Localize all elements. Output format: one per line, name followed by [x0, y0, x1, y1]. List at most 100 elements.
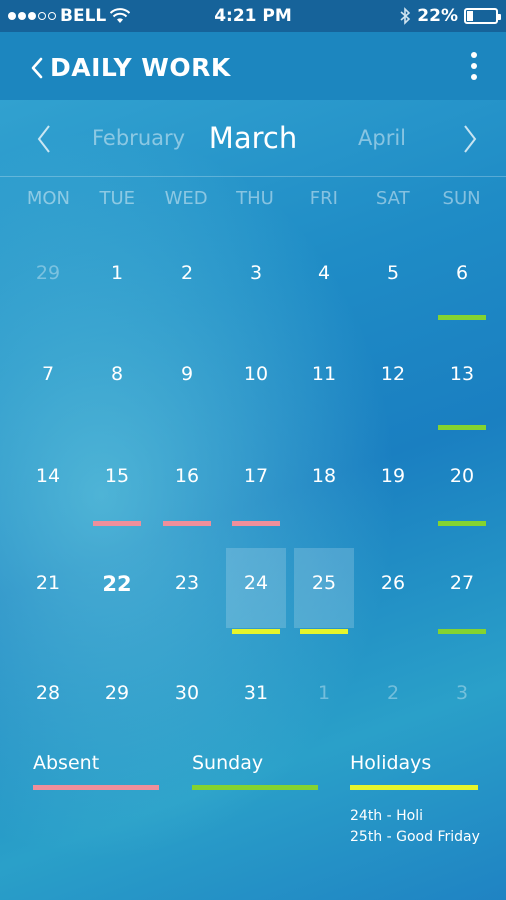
day-number: 15 — [104, 465, 130, 487]
calendar-day[interactable]: 5 — [363, 242, 423, 318]
battery-icon — [464, 8, 501, 24]
day-number: 21 — [35, 572, 61, 594]
calendar-day[interactable]: 27 — [432, 552, 492, 634]
day-number: 27 — [449, 572, 475, 594]
day-number: 16 — [174, 465, 200, 487]
calendar-day[interactable]: 21 — [18, 552, 78, 628]
day-number: 17 — [243, 465, 269, 487]
calendar-day[interactable]: 20 — [432, 445, 492, 526]
day-number: 9 — [180, 363, 194, 385]
calendar-day[interactable]: 15 — [87, 445, 147, 526]
legend-holidays-swatch — [350, 785, 478, 790]
sunday-marker — [438, 629, 486, 634]
divider — [0, 176, 506, 177]
day-number: 13 — [449, 363, 475, 385]
day-number: 24 — [243, 572, 269, 594]
next-month-label[interactable]: April — [358, 126, 406, 150]
calendar-day[interactable]: 19 — [363, 445, 423, 521]
more-vertical-icon — [471, 52, 477, 58]
status-bar: BELL 4:21 PM 22% — [0, 0, 506, 32]
calendar-day[interactable]: 9 — [157, 343, 217, 419]
battery-percent: 22% — [417, 6, 458, 26]
weekday-label: THU — [236, 188, 274, 209]
day-number: 2 — [386, 682, 400, 704]
calendar-day[interactable]: 12 — [363, 343, 423, 419]
app-screen: BELL 4:21 PM 22% DAILY WORK February Mar… — [0, 0, 506, 900]
holiday-marker — [232, 629, 280, 634]
day-number: 11 — [311, 363, 337, 385]
day-number: 2 — [180, 262, 194, 284]
calendar-day[interactable]: 11 — [294, 343, 354, 419]
day-number: 26 — [380, 572, 406, 594]
day-number: 12 — [380, 363, 406, 385]
calendar-day[interactable]: 2 — [363, 662, 423, 738]
day-number: 4 — [317, 262, 331, 284]
day-number: 5 — [386, 262, 400, 284]
legend-holidays-label: Holidays — [350, 752, 432, 774]
holiday-list: 24th - Holi 25th - Good Friday — [350, 806, 480, 848]
calendar-day[interactable]: 22 — [87, 552, 147, 628]
calendar-day[interactable]: 30 — [157, 662, 217, 738]
day-number: 29 — [35, 262, 61, 284]
sunday-marker — [438, 425, 486, 430]
holiday-marker — [300, 629, 348, 634]
calendar-day[interactable]: 6 — [432, 242, 492, 320]
sunday-marker — [438, 521, 486, 526]
day-number: 3 — [455, 682, 469, 704]
weekday-header-row: MON TUE WED THU FRI SAT SUN — [14, 188, 496, 209]
day-number: 31 — [243, 682, 269, 704]
legend-absent-label: Absent — [33, 752, 100, 774]
calendar-day[interactable]: 31 — [226, 662, 286, 738]
day-number: 22 — [102, 572, 132, 596]
more-menu-button[interactable] — [468, 52, 480, 80]
holiday-item: 24th - Holi — [350, 808, 424, 824]
calendar-day[interactable]: 13 — [432, 343, 492, 430]
calendar-day[interactable]: 8 — [87, 343, 147, 419]
day-number: 29 — [104, 682, 130, 704]
calendar-day[interactable]: 28 — [18, 662, 78, 738]
calendar-day[interactable]: 7 — [18, 343, 78, 419]
absent-marker — [163, 521, 211, 526]
month-navigation: February March April — [0, 100, 506, 176]
day-number: 28 — [35, 682, 61, 704]
calendar-day[interactable]: 3 — [226, 242, 286, 318]
calendar-day[interactable]: 4 — [294, 242, 354, 318]
holiday-item: 25th - Good Friday — [350, 829, 480, 845]
calendar-day[interactable]: 1 — [294, 662, 354, 738]
calendar-day[interactable]: 29 — [18, 242, 78, 318]
next-month-button[interactable] — [462, 124, 478, 158]
calendar-day[interactable]: 17 — [226, 445, 286, 526]
sunday-marker — [438, 315, 486, 320]
day-number: 14 — [35, 465, 61, 487]
day-number: 25 — [311, 572, 337, 594]
legend-absent-swatch — [33, 785, 159, 790]
calendar-day[interactable]: 18 — [294, 445, 354, 521]
absent-marker — [232, 521, 280, 526]
calendar-day[interactable]: 16 — [157, 445, 217, 526]
chevron-right-icon — [464, 125, 477, 153]
calendar-day[interactable]: 24 — [226, 548, 286, 634]
calendar-day[interactable]: 23 — [157, 552, 217, 628]
day-number: 1 — [317, 682, 331, 704]
calendar-day[interactable]: 1 — [87, 242, 147, 318]
calendar-day[interactable]: 14 — [18, 445, 78, 521]
calendar-day[interactable]: 29 — [87, 662, 147, 738]
day-number: 8 — [110, 363, 124, 385]
legend-sunday-label: Sunday — [192, 752, 264, 774]
calendar-day[interactable]: 26 — [363, 552, 423, 628]
app-header: DAILY WORK — [0, 32, 506, 100]
current-month-label: March — [208, 121, 298, 155]
status-right: 22% — [399, 6, 501, 26]
back-button[interactable]: DAILY WORK — [30, 53, 231, 82]
weekday-label: WED — [164, 188, 208, 209]
calendar-day[interactable]: 2 — [157, 242, 217, 318]
weekday-label: SUN — [442, 188, 481, 209]
battery-fill — [467, 11, 473, 21]
calendar-day[interactable]: 25 — [294, 548, 354, 634]
day-number: 19 — [380, 465, 406, 487]
day-number: 7 — [41, 363, 55, 385]
calendar-day[interactable]: 3 — [432, 662, 492, 738]
calendar-day[interactable]: 10 — [226, 343, 286, 419]
day-number: 18 — [311, 465, 337, 487]
weekday-label: MON — [26, 188, 71, 209]
